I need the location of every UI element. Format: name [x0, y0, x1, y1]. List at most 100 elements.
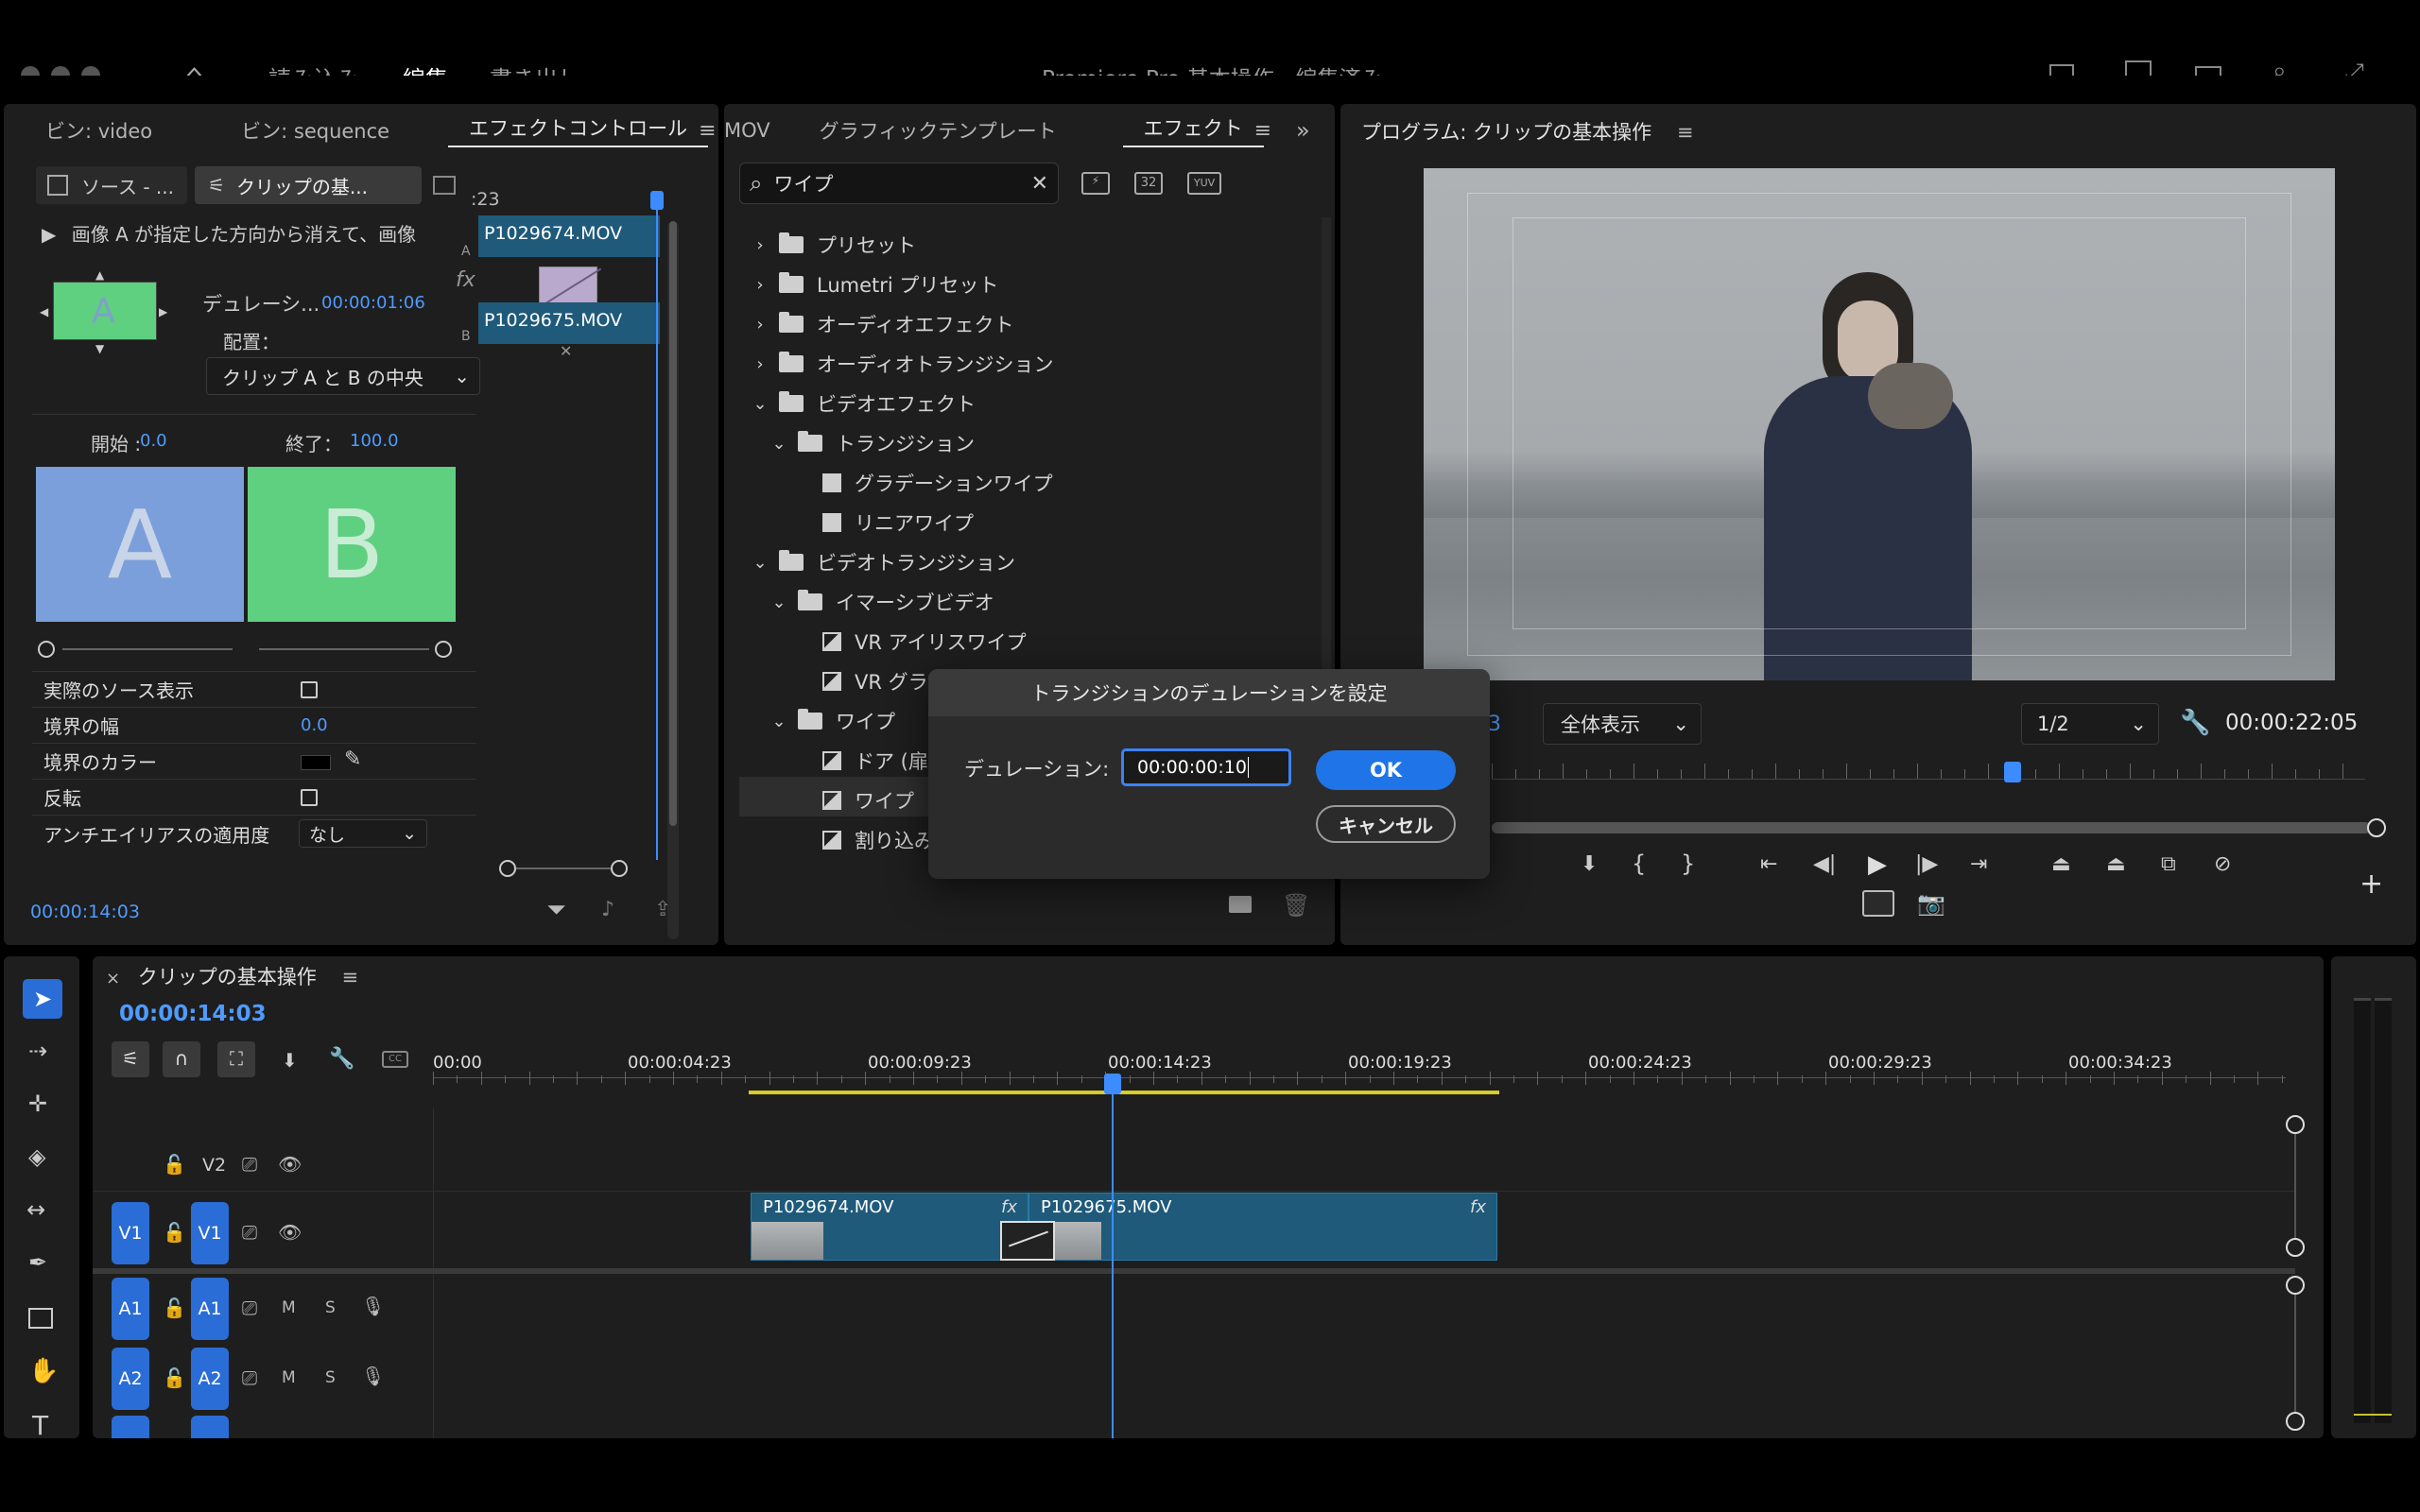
play-icon[interactable]: ▶ — [1868, 850, 1887, 879]
yuv-effects-icon[interactable]: YUV — [1187, 172, 1221, 195]
rectangle-tool-icon[interactable] — [28, 1308, 53, 1329]
mute-button[interactable]: M — [282, 1298, 296, 1317]
tab-mov[interactable]: MOV — [724, 119, 791, 142]
tree-item-door[interactable]: ドア (扉 — [822, 747, 928, 775]
filter-icon[interactable]: ⏷ — [546, 896, 566, 925]
program-mini-ruler[interactable] — [1492, 760, 2365, 788]
pen-tool-icon[interactable]: ✒ — [28, 1249, 47, 1276]
slip-tool-icon[interactable]: ↔ — [26, 1196, 45, 1223]
clip-tab[interactable]: ⚟ クリップの基... — [195, 166, 422, 204]
end-slider-handle[interactable] — [435, 641, 452, 658]
sync-lock-icon[interactable]: ⎚ — [242, 1153, 257, 1176]
ec-timecode[interactable]: 00:00:14:03 — [30, 902, 140, 922]
add-marker-icon[interactable]: ⬇ — [282, 1049, 298, 1072]
add-button-icon[interactable]: + — [2360, 868, 2383, 901]
nest-icon[interactable]: ⚟ — [112, 1041, 149, 1077]
arrow-down-icon[interactable]: ▼ — [95, 342, 104, 355]
progress-icon[interactable] — [2195, 66, 2221, 76]
tree-item-linear-wipe[interactable]: リニアワイプ — [822, 508, 974, 537]
panel-icon[interactable] — [2125, 60, 2152, 76]
tab-bin-video[interactable]: ビン: video — [4, 116, 173, 145]
program-zoom-bar[interactable] — [1492, 818, 2392, 837]
type-tool-icon[interactable]: T — [32, 1410, 48, 1438]
add-marker-icon[interactable]: ⬇ — [1581, 852, 1598, 876]
timeline-timecode[interactable]: 00:00:14:03 — [119, 1002, 267, 1026]
tree-item-video-transitions[interactable]: ⌄ ビデオトランジション — [751, 548, 1015, 576]
settings-wrench-icon[interactable]: 🔧 — [2180, 709, 2210, 737]
sync-lock-icon[interactable]: ⎚ — [242, 1221, 257, 1244]
clip-2[interactable]: P1029675.MOV fx — [1028, 1193, 1497, 1261]
solo-button[interactable]: S — [325, 1298, 336, 1317]
microphone-icon[interactable]: 🎙 — [361, 1365, 385, 1387]
tree-item-gradient-wipe[interactable]: グラデーションワイプ — [822, 469, 1053, 497]
duration-value[interactable]: 00:00:01:06 — [321, 293, 425, 313]
panel-menu-icon[interactable]: ≡ — [341, 966, 358, 988]
step-forward-icon[interactable]: |▶ — [1915, 852, 1938, 876]
sync-lock-icon[interactable]: ⎚ — [242, 1366, 257, 1389]
ec-clip-b[interactable]: P1029675.MOV — [478, 302, 660, 344]
transition-on-clip[interactable] — [1000, 1221, 1055, 1261]
tree-item-video-effects[interactable]: ⌄ ビデオエフェクト — [751, 389, 976, 418]
border-width-value[interactable]: 0.0 — [301, 715, 328, 735]
workspace-icon[interactable] — [2049, 64, 2074, 76]
ec-scrollbar[interactable] — [667, 221, 679, 939]
start-slider[interactable] — [38, 641, 236, 660]
tree-item-vr-iris-wipe[interactable]: VR アイリスワイプ — [822, 627, 1027, 656]
zoom-window-icon[interactable] — [81, 66, 100, 76]
tab-export[interactable]: 書き出し — [490, 60, 580, 76]
32bit-effects-icon[interactable]: 32 — [1134, 172, 1163, 195]
expand-chevron-icon[interactable]: › — [751, 354, 769, 374]
source-patch-a3[interactable] — [112, 1416, 149, 1438]
lock-icon[interactable]: 🔓 — [163, 1153, 186, 1176]
program-video-frame[interactable] — [1424, 168, 2335, 680]
play-preview-icon[interactable]: ▶ — [42, 223, 56, 246]
track-target-v1[interactable]: V1 — [191, 1202, 229, 1264]
collapse-chevron-icon[interactable]: ⌄ — [769, 434, 788, 454]
video-tracks-scrollbar[interactable] — [2286, 1115, 2305, 1257]
track-select-tool-icon[interactable]: ⇢ — [28, 1038, 47, 1064]
mark-in-icon[interactable]: { — [1632, 850, 1646, 877]
accelerated-effects-icon[interactable]: ⚡ — [1081, 172, 1110, 195]
selection-tool-icon[interactable]: ➤ — [23, 979, 62, 1019]
program-timecode-left[interactable]: 3 — [1488, 713, 1501, 736]
timeline-ruler[interactable]: 00:00 00:00:04:23 00:00:09:23 00:00:14:2… — [433, 1040, 2295, 1115]
ec-zoom-bar[interactable] — [499, 860, 628, 879]
expand-chevron-icon[interactable]: › — [751, 315, 769, 335]
timeline-settings-icon[interactable]: 🔧 — [329, 1047, 354, 1071]
source-patch-a1[interactable]: A1 — [112, 1278, 149, 1340]
start-slider-handle[interactable] — [38, 641, 55, 658]
arrow-up-icon[interactable]: ▲ — [95, 268, 104, 282]
effects-search[interactable]: ⌕ ワイプ ✕ — [739, 163, 1059, 204]
fit-dropdown[interactable]: 全体表示 ⌄ — [1543, 703, 1702, 745]
tree-item-audio-effects[interactable]: › オーディオエフェクト — [751, 310, 1014, 338]
lock-icon[interactable]: 🔓 — [163, 1366, 186, 1389]
clear-search-icon[interactable]: ✕ — [1031, 172, 1048, 196]
cancel-button[interactable]: キャンセル — [1316, 805, 1456, 843]
collapse-chevron-icon[interactable]: ⌄ — [751, 394, 769, 414]
duration-input[interactable]: 00:00:00:10 — [1121, 748, 1291, 786]
source-patch-v1[interactable]: V1 — [112, 1202, 149, 1264]
vr-view-icon[interactable]: ⊘ — [2214, 852, 2231, 876]
show-source-checkbox[interactable] — [301, 681, 318, 698]
tree-item-immersive[interactable]: ⌄ イマーシブビデオ — [769, 588, 994, 616]
export-icon[interactable]: ⇪ — [654, 898, 671, 921]
tree-item-presets[interactable]: › プリセット — [751, 231, 916, 259]
go-to-out-icon[interactable]: ⇥ — [1970, 852, 1987, 876]
zoom-handle-right[interactable] — [2367, 818, 2386, 837]
tab-import[interactable]: 読み込み — [268, 60, 359, 76]
ec-clip-a[interactable]: P1029674.MOV — [478, 215, 660, 257]
go-to-in-icon[interactable]: ⇤ — [1760, 852, 1777, 876]
tree-item-audio-transitions[interactable]: › オーディオトランジション — [751, 350, 1054, 378]
timeline-playhead-line[interactable] — [1112, 1079, 1114, 1438]
tree-item-transition[interactable]: ⌄ トランジション — [769, 429, 975, 457]
collapse-chevron-icon[interactable]: ⌄ — [751, 553, 769, 573]
zoom-handle-right[interactable] — [611, 860, 628, 877]
tree-item-wipe-folder[interactable]: ⌄ ワイプ — [769, 707, 895, 735]
lock-icon[interactable]: 🔓 — [163, 1297, 186, 1319]
close-window-icon[interactable] — [21, 66, 40, 76]
resolution-dropdown[interactable]: 1/2 ⌄ — [2021, 703, 2159, 745]
end-value[interactable]: 100.0 — [350, 431, 399, 451]
zoom-handle-left[interactable] — [499, 860, 516, 877]
track-target-a2[interactable]: A2 — [191, 1348, 229, 1410]
new-bin-icon[interactable] — [1229, 896, 1252, 913]
